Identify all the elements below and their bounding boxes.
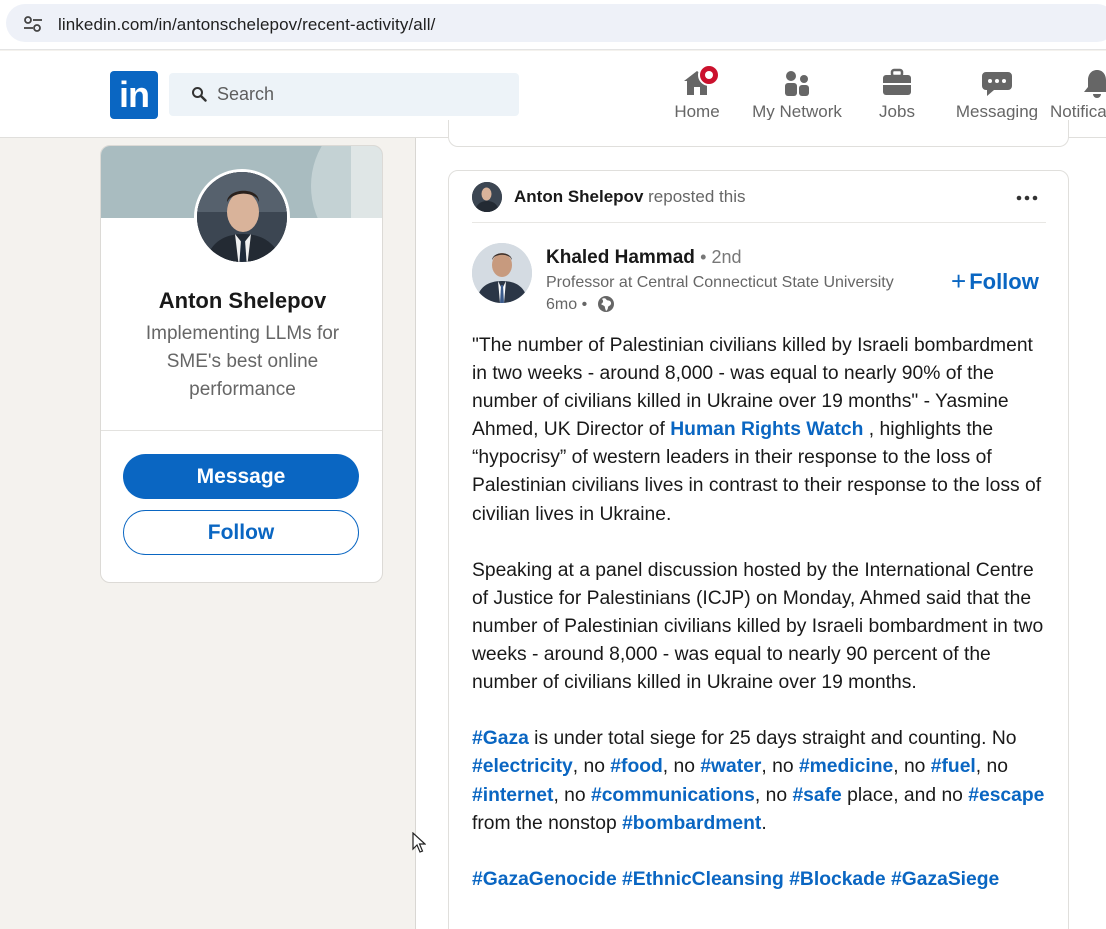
author-photo-icon <box>472 243 532 303</box>
post-text: from the nonstop <box>472 812 623 834</box>
hashtag-link[interactable]: #bombardment <box>622 813 761 834</box>
divider <box>101 430 382 431</box>
author-name-text[interactable]: Khaled Hammad <box>546 247 695 268</box>
profile-photo-icon <box>197 172 287 262</box>
author-headline: Professor at Central Connecticut State U… <box>546 274 894 291</box>
profile-avatar[interactable] <box>194 169 290 265</box>
follow-button[interactable]: Follow <box>123 510 359 555</box>
bell-icon <box>1084 70 1106 98</box>
profile-headline: Implementing LLMs for SME's best online … <box>145 323 340 400</box>
people-icon <box>785 71 809 96</box>
hashtag-link[interactable]: #EthnicCleansing <box>622 869 784 890</box>
mention-link[interactable]: Human Rights Watch <box>670 419 863 440</box>
post-paragraph: "The number of Palestinian civilians kil… <box>472 332 1052 529</box>
nav-messaging-label: Messaging <box>955 102 1039 121</box>
nav-notifications[interactable]: Notifica <box>1050 66 1106 126</box>
post-card: Anton Shelepov reposted this Khaled Hamm… <box>448 170 1069 929</box>
search-box[interactable] <box>169 73 519 116</box>
repost-suffix: reposted this <box>648 187 746 206</box>
browser-address-bar: linkedin.com/in/antonschelepov/recent-ac… <box>0 0 1106 50</box>
hashtag-link[interactable]: #escape <box>968 785 1044 806</box>
repost-text: Anton Shelepov reposted this <box>514 187 745 207</box>
post-text: , no <box>662 756 701 778</box>
post-meta: 6mo • <box>546 295 615 314</box>
hashtag-link[interactable]: #electricity <box>472 756 573 777</box>
hashtag-link[interactable]: #water <box>700 756 761 777</box>
nav-notifications-label: Notifica <box>1050 102 1106 121</box>
follow-author-button[interactable]: + Follow <box>951 266 1039 297</box>
plus-icon: + <box>951 266 967 296</box>
linkedin-logo[interactable]: in <box>110 71 158 119</box>
reposter-name[interactable]: Anton Shelepov <box>514 187 643 206</box>
nav-jobs-label: Jobs <box>879 102 915 121</box>
divider <box>472 222 1046 223</box>
hashtag-link[interactable]: #Blockade <box>789 869 885 890</box>
previous-post-card <box>448 120 1069 147</box>
connection-degree: • 2nd <box>700 247 742 267</box>
hashtag-link[interactable]: #GazaGenocide <box>472 869 617 890</box>
post-text: , no <box>553 784 591 806</box>
hashtag-link[interactable]: #Gaza <box>472 728 529 749</box>
post-paragraph: Speaking at a panel discussion hosted by… <box>472 559 1044 694</box>
post-text: . <box>761 812 767 834</box>
profile-name: Anton Shelepov <box>158 288 327 313</box>
notification-badge <box>698 64 720 86</box>
hashtag-link[interactable]: #medicine <box>799 756 893 777</box>
more-options-icon[interactable] <box>1015 190 1039 206</box>
hashtag-link[interactable]: #safe <box>792 785 841 806</box>
follow-author-label: Follow <box>969 269 1039 294</box>
post-text: , no <box>893 756 931 778</box>
profile-card: Anton Shelepov Implementing LLMs for SME… <box>100 145 383 583</box>
post-body: "The number of Palestinian civilians kil… <box>472 332 1052 894</box>
post-text: , no <box>761 756 799 778</box>
nav-messaging[interactable]: Messaging <box>955 66 1039 126</box>
nav-home[interactable]: Home <box>672 64 722 126</box>
omnibox[interactable]: linkedin.com/in/antonschelepov/recent-ac… <box>6 4 1106 42</box>
post-text: , no <box>572 756 611 778</box>
messaging-icon <box>982 72 1012 96</box>
mouse-cursor-icon <box>412 832 426 853</box>
hashtag-link[interactable]: #GazaSiege <box>891 869 999 890</box>
message-button[interactable]: Message <box>123 454 359 499</box>
nav-jobs[interactable]: Jobs <box>875 66 919 126</box>
nav-my-network[interactable]: My Network <box>749 66 845 126</box>
globe-icon <box>598 296 615 312</box>
briefcase-icon <box>883 68 911 95</box>
post-text: place, and no <box>841 784 969 806</box>
reposter-photo-icon <box>472 182 502 212</box>
hashtag-link[interactable]: #fuel <box>931 756 976 777</box>
nav-my-network-label: My Network <box>752 102 842 121</box>
post-text: , no <box>754 784 793 806</box>
post-paragraph: #GazaGenocide #EthnicCleansing #Blockade… <box>472 866 1052 894</box>
post-time: 6mo • <box>546 296 588 313</box>
post-paragraph: #Gaza is under total siege for 25 days s… <box>472 725 1052 837</box>
post-text: , no <box>975 756 1008 778</box>
hashtag-link[interactable]: #internet <box>472 785 553 806</box>
reposter-avatar[interactable] <box>472 182 502 212</box>
site-settings-icon[interactable] <box>22 15 44 33</box>
hashtag-link[interactable]: #food <box>610 756 662 777</box>
post-text: is under total siege for 25 days straigh… <box>528 728 1017 750</box>
search-icon <box>192 87 207 102</box>
author-name[interactable]: Khaled Hammad • 2nd <box>546 247 742 269</box>
nav-home-label: Home <box>674 102 720 121</box>
search-input[interactable] <box>217 73 507 116</box>
hashtag-link[interactable]: #communications <box>591 785 755 806</box>
url-text[interactable]: linkedin.com/in/antonschelepov/recent-ac… <box>58 15 435 35</box>
author-avatar[interactable] <box>472 243 532 303</box>
